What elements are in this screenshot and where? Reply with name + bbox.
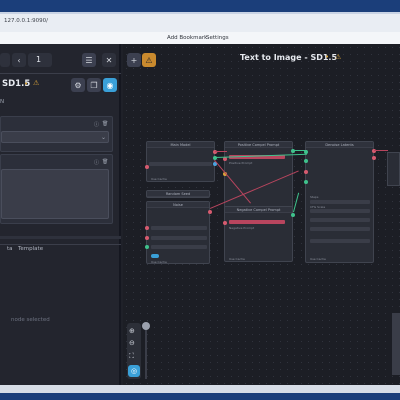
model-field[interactable] <box>149 162 212 166</box>
warning-icon: ⚠ <box>335 53 342 61</box>
denoise-start-field[interactable] <box>310 218 370 222</box>
menu-button[interactable] <box>0 53 10 67</box>
header-divider <box>0 73 121 74</box>
output-port[interactable] <box>291 213 295 217</box>
input-port[interactable] <box>304 180 308 184</box>
node-title: Noise <box>147 202 209 208</box>
panel-resize-handle[interactable] <box>0 236 121 239</box>
list-icon[interactable]: ☰ <box>82 53 96 67</box>
connection-wire <box>293 150 307 151</box>
denoise-latents-node[interactable]: Denoise Latents Steps CFG Scale Use Cach… <box>304 141 376 263</box>
input-port[interactable] <box>223 221 227 225</box>
trash-icon[interactable]: 🗑 <box>102 159 108 165</box>
unsaved-dot: • <box>24 80 29 88</box>
zoom-out-icon[interactable]: ⊖ <box>129 339 135 347</box>
use-cpu-toggle[interactable] <box>151 254 159 258</box>
steps-label: Steps <box>310 195 319 199</box>
input-port[interactable] <box>145 245 149 249</box>
scheduler-select[interactable] <box>310 239 370 243</box>
model-select[interactable]: ⌄ <box>1 131 109 143</box>
seed-field[interactable] <box>151 226 207 230</box>
width-field[interactable] <box>151 236 207 240</box>
negative-prompt-label: Negative Prompt <box>229 226 255 230</box>
node-title: Denoise Latents <box>306 142 373 148</box>
empty-hint: node selected <box>11 317 50 323</box>
output-port[interactable] <box>372 156 376 160</box>
add-bookmark-link[interactable]: Add Bookmark <box>167 35 207 41</box>
minimap[interactable] <box>392 313 400 375</box>
prompt-input-bar[interactable] <box>229 220 285 224</box>
cfg-label: CFG Scale <box>310 205 326 209</box>
zoom-slider-handle[interactable] <box>142 322 150 330</box>
input-port[interactable] <box>145 236 149 240</box>
positive-prompt-label: Positive Prompt <box>229 161 253 165</box>
tab-template[interactable]: Template <box>18 246 43 252</box>
prompt-section: ⓘ 🗑 <box>0 154 113 224</box>
height-field[interactable] <box>151 245 207 249</box>
input-port[interactable] <box>145 226 149 230</box>
node-title: Main Model <box>147 142 214 148</box>
section-label: N <box>0 99 5 105</box>
node-title: Positive Compel Prompt <box>225 142 292 148</box>
input-port[interactable] <box>304 159 308 163</box>
tabs-divider <box>0 244 121 245</box>
counter-field[interactable]: 1 <box>28 53 52 67</box>
browser-toolbar <box>0 12 400 32</box>
chevron-down-icon: ⌄ <box>101 134 107 141</box>
zoom-in-icon[interactable]: ⊕ <box>129 327 135 335</box>
cfg-field[interactable] <box>310 209 370 213</box>
negative-prompt-node[interactable]: Negative Compel Prompt Negative Prompt U… <box>223 206 295 262</box>
noise-node[interactable]: Noise Use Cache <box>145 201 212 264</box>
model-section: ⓘ 🗑 ⌄ <box>0 116 113 152</box>
info-icon[interactable]: ⓘ <box>94 121 99 128</box>
copy-icon[interactable]: ❐ <box>87 78 101 92</box>
use-cache-label: Use Cache <box>151 260 167 264</box>
prompt-textarea[interactable] <box>1 169 109 219</box>
os-taskbar-strip <box>0 393 400 400</box>
next-node-partial[interactable] <box>387 152 400 186</box>
warning-icon: ⚠ <box>33 79 40 87</box>
main-model-node[interactable]: Main Model Use Cache <box>145 141 217 182</box>
trash-icon[interactable]: 🗑 <box>102 121 108 127</box>
tab-underline <box>0 12 400 14</box>
settings-icon[interactable]: ⚙ <box>71 78 85 92</box>
use-cache-label: Use Cache <box>229 257 245 261</box>
use-cache-label: Use Cache <box>151 177 167 181</box>
address-bar[interactable]: 127.0.0.1:9090/ <box>4 18 48 24</box>
tab-partial[interactable]: ta <box>7 246 13 252</box>
denoise-end-field[interactable] <box>310 227 370 231</box>
connection-wire <box>374 150 388 151</box>
window-top-strip <box>0 0 400 12</box>
input-port[interactable] <box>304 170 308 174</box>
positive-prompt-node[interactable]: Positive Compel Prompt Positive Prompt U… <box>223 141 295 210</box>
steps-field[interactable] <box>310 200 370 204</box>
settings-bookmark-link[interactable]: Settings <box>206 35 229 41</box>
eye-icon[interactable]: ◉ <box>103 78 117 92</box>
fit-view-icon[interactable]: ⛶ <box>129 352 134 361</box>
workflow-name: Text to Image - SD1.5 <box>240 53 338 62</box>
use-cache-label: Use Cache <box>310 257 326 261</box>
close-icon[interactable]: ✕ <box>102 53 116 67</box>
node-title: Random Seed <box>147 191 209 197</box>
node-title: Negative Compel Prompt <box>225 207 292 213</box>
input-port[interactable] <box>145 165 149 169</box>
counter-value: 1 <box>36 55 42 64</box>
output-port[interactable] <box>208 210 212 214</box>
random-seed-node[interactable]: Random Seed <box>146 190 210 198</box>
connection-wire <box>215 151 227 152</box>
info-icon[interactable]: ⓘ <box>94 159 99 166</box>
warning-button[interactable]: ⚠ <box>142 53 156 67</box>
left-panel: ‹ 1 ☰ ✕ SD1.5 • ⚠ ⚙ ❐ ◉ N ⓘ 🗑 ⌄ ⓘ 🗑 <box>0 44 121 385</box>
prev-icon[interactable]: ‹ <box>12 53 26 67</box>
zoom-slider-track[interactable] <box>145 323 147 379</box>
add-node-button[interactable]: + <box>127 53 141 67</box>
minimap-toggle-icon[interactable]: ◎ <box>128 365 140 377</box>
unsaved-dot: • <box>325 53 330 61</box>
